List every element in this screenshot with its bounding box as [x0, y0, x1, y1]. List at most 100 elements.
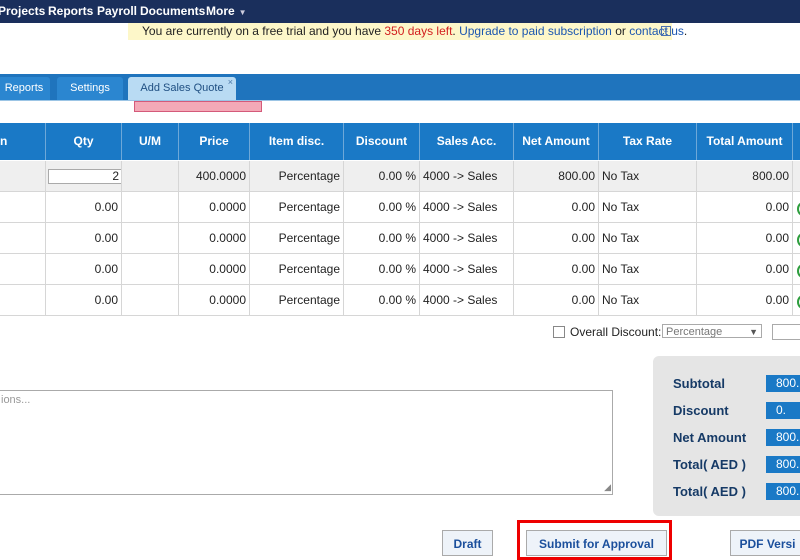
- cell-item-disc[interactable]: Percentage: [250, 192, 344, 222]
- cell-sales-acc[interactable]: 4000 -> Sales: [420, 285, 514, 315]
- table-row: 2 400.0000 Percentage 0.00 % 4000 -> Sal…: [0, 161, 800, 192]
- cell-discount[interactable]: 0.00 %: [344, 192, 420, 222]
- cell-net-amount: 0.00: [514, 192, 599, 222]
- cell-qty[interactable]: 0.00: [46, 192, 122, 222]
- trial-prefix: You are currently on a free trial and yo…: [142, 24, 385, 38]
- chevron-down-icon: ▼: [749, 327, 758, 337]
- cell-qty[interactable]: 0.00: [46, 285, 122, 315]
- cell-tax-rate[interactable]: No Tax: [599, 192, 697, 222]
- overall-discount-input[interactable]: [772, 324, 800, 340]
- nav-reports[interactable]: Reports: [48, 4, 93, 18]
- cell-um[interactable]: [122, 285, 179, 315]
- cell-qty[interactable]: 0.00: [46, 254, 122, 284]
- days-left: 350 days left: [384, 24, 453, 38]
- col-header-sales-acc: Sales Acc.: [420, 123, 514, 160]
- trial-suffix: .: [683, 24, 688, 38]
- cell-discount[interactable]: 0.00 %: [344, 254, 420, 284]
- close-icon[interactable]: ×: [228, 71, 233, 94]
- cell-net-amount: 800.00: [514, 161, 599, 191]
- cell-item-disc[interactable]: Percentage: [250, 223, 344, 253]
- cell-price[interactable]: 0.0000: [179, 192, 250, 222]
- cell-item-disc[interactable]: Percentage: [250, 254, 344, 284]
- cell-discount[interactable]: 0.00 %: [344, 223, 420, 253]
- net-amount-value: 800.: [766, 429, 800, 446]
- cell-price[interactable]: 0.0000: [179, 285, 250, 315]
- upgrade-link[interactable]: Upgrade to paid subscription: [459, 24, 612, 38]
- cell-sales-acc[interactable]: 4000 -> Sales: [420, 161, 514, 191]
- chevron-down-icon: ▼: [238, 8, 247, 17]
- total-aed-label: Total( AED ): [673, 457, 746, 472]
- cell-price[interactable]: 0.0000: [179, 223, 250, 253]
- cell-net-amount: 0.00: [514, 285, 599, 315]
- cell-tax-rate[interactable]: No Tax: [599, 223, 697, 253]
- table-row: 0.00 0.0000 Percentage 0.00 % 4000 -> Sa…: [0, 254, 800, 285]
- cell-total-amount: 800.00: [697, 161, 793, 191]
- pdf-version-button[interactable]: PDF Versi: [730, 530, 800, 556]
- tab-reports[interactable]: Reports: [0, 77, 50, 100]
- cell-item[interactable]: [0, 223, 46, 253]
- cell-tax-rate[interactable]: No Tax: [599, 254, 697, 284]
- total-aed-value: 800.: [766, 456, 800, 473]
- cell-tax-rate[interactable]: No Tax: [599, 285, 697, 315]
- qty-input[interactable]: 2: [48, 169, 121, 184]
- col-header-discount: Discount: [344, 123, 420, 160]
- cell-sales-acc[interactable]: 4000 -> Sales: [420, 192, 514, 222]
- subtotal-label: Subtotal: [673, 376, 725, 391]
- cell-um[interactable]: [122, 254, 179, 284]
- totals-panel: Subtotal 800. Discount 0. Net Amount 800…: [653, 356, 800, 516]
- cell-item[interactable]: [0, 161, 46, 191]
- cell-discount[interactable]: 0.00 %: [344, 285, 420, 315]
- trial-text: You are currently on a free trial and yo…: [142, 23, 687, 40]
- cell-sales-acc[interactable]: 4000 -> Sales: [420, 254, 514, 284]
- trial-banner: You are currently on a free trial and yo…: [128, 23, 687, 40]
- overall-discount-checkbox[interactable]: [553, 326, 565, 338]
- overall-discount-label: Overall Discount:: [570, 325, 662, 339]
- total-aed-value: 800.: [766, 483, 800, 500]
- cell-item-disc[interactable]: Percentage: [250, 285, 344, 315]
- highlight-box: [517, 520, 672, 560]
- cell-um[interactable]: [122, 161, 179, 191]
- net-amount-label: Net Amount: [673, 430, 747, 445]
- nav-projects[interactable]: Projects: [0, 4, 45, 18]
- col-header-qty: Qty: [46, 123, 122, 160]
- cell-um[interactable]: [122, 223, 179, 253]
- resize-grip-icon[interactable]: ◢: [604, 482, 611, 493]
- subtotal-value: 800.: [766, 375, 800, 392]
- table-row: 0.00 0.0000 Percentage 0.00 % 4000 -> Sa…: [0, 192, 800, 223]
- trial-or: or: [611, 24, 630, 38]
- cell-qty[interactable]: 0.00: [46, 223, 122, 253]
- cell-tax-rate[interactable]: No Tax: [599, 161, 697, 191]
- col-header-total-amount: Total Amount: [697, 123, 793, 160]
- tab-label: Add Sales Quote: [140, 82, 224, 94]
- col-header-net-amount: Net Amount: [514, 123, 599, 160]
- close-icon[interactable]: ×: [661, 26, 671, 36]
- cell-total-amount: 0.00: [697, 254, 793, 284]
- cell-total-amount: 0.00: [697, 285, 793, 315]
- cell-sales-acc[interactable]: 4000 -> Sales: [420, 223, 514, 253]
- tab-add-sales-quote[interactable]: Add Sales Quote ×: [128, 77, 236, 100]
- col-header-price: Price: [179, 123, 250, 160]
- cell-discount[interactable]: 0.00 %: [344, 161, 420, 191]
- overall-discount-select[interactable]: Percentage ▼: [662, 324, 762, 338]
- cell-item-disc[interactable]: Percentage: [250, 161, 344, 191]
- cell-um[interactable]: [122, 192, 179, 222]
- cell-price[interactable]: 400.0000: [179, 161, 250, 191]
- table-row: 0.00 0.0000 Percentage 0.00 % 4000 -> Sa…: [0, 223, 800, 254]
- tab-settings[interactable]: Settings: [57, 77, 123, 100]
- cell-item[interactable]: [0, 285, 46, 315]
- draft-button[interactable]: Draft: [442, 530, 493, 556]
- cell-item[interactable]: [0, 254, 46, 284]
- notes-textarea[interactable]: ions... ◢: [0, 390, 613, 495]
- discount-label: Discount: [673, 403, 729, 418]
- cell-item[interactable]: [0, 192, 46, 222]
- col-header-item-disc: Item disc.: [250, 123, 344, 160]
- nav-payroll[interactable]: Payroll: [97, 4, 137, 18]
- select-value: Percentage: [666, 326, 723, 338]
- cell-price[interactable]: 0.0000: [179, 254, 250, 284]
- nav-more[interactable]: More ▼: [206, 4, 247, 18]
- tab-bar: Reports Settings Add Sales Quote ×: [0, 74, 800, 100]
- cell-net-amount: 0.00: [514, 254, 599, 284]
- top-nav: Projects Reports Payroll Documents More ▼: [0, 0, 800, 23]
- nav-documents[interactable]: Documents: [140, 4, 205, 18]
- contact-link[interactable]: contact us: [629, 24, 684, 38]
